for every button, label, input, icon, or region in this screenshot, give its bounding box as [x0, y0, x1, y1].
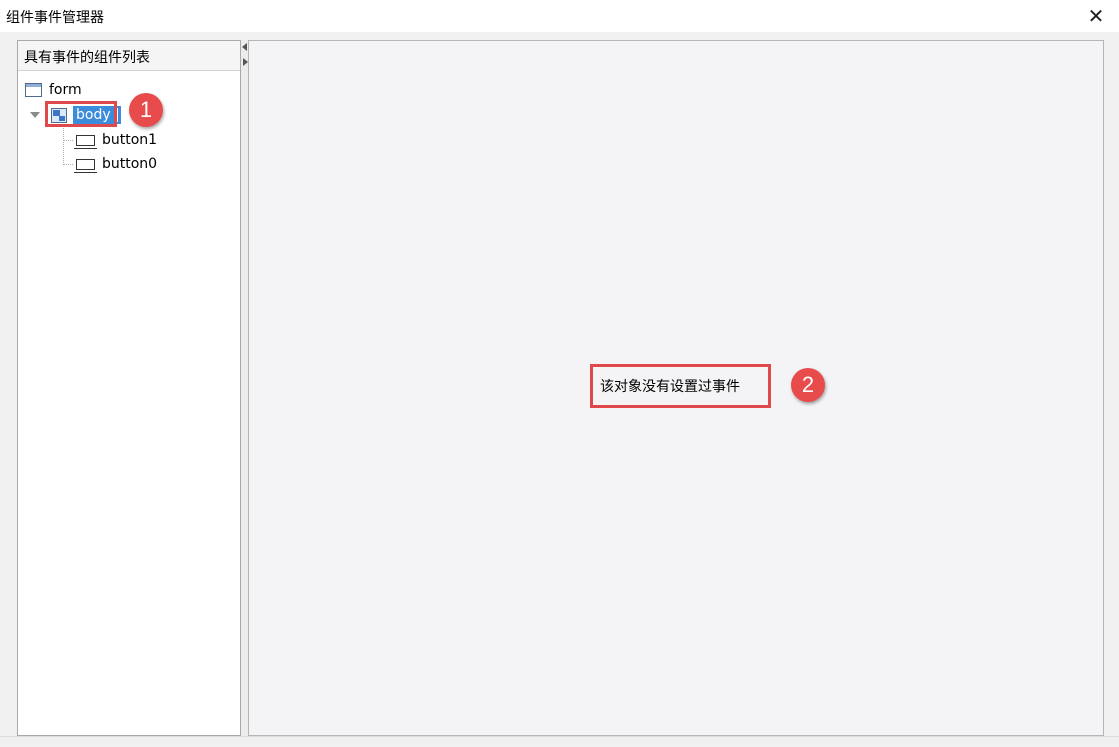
expand-arrow-icon[interactable]	[30, 112, 40, 118]
panel-header-title: 具有事件的组件列表	[24, 50, 150, 66]
collapse-left-icon[interactable]	[242, 43, 247, 51]
title-bar: 组件事件管理器 ✕	[0, 0, 1119, 32]
highlight-box-1	[45, 101, 117, 127]
tree-item-button1[interactable]: button1	[74, 129, 158, 151]
expand-right-icon[interactable]	[243, 58, 248, 66]
badge-number: 2	[801, 372, 815, 397]
button-icon	[74, 134, 97, 149]
tree-connector	[63, 125, 64, 165]
annotation-badge-1: 1	[129, 93, 163, 127]
button-icon	[74, 158, 97, 173]
close-button[interactable]: ✕	[1073, 0, 1119, 32]
form-icon	[25, 83, 42, 97]
highlight-box-2	[590, 364, 771, 408]
panel-header: 具有事件的组件列表	[18, 41, 240, 71]
tree-connector	[63, 164, 73, 165]
tree-item-label: button1	[102, 132, 158, 148]
window-title: 组件事件管理器	[6, 10, 104, 26]
tree-connector	[63, 140, 73, 141]
panel-splitter[interactable]	[241, 40, 249, 736]
badge-number: 1	[139, 97, 153, 122]
tree-item-form[interactable]: form	[25, 79, 82, 101]
annotation-badge-2: 2	[791, 368, 825, 402]
tree-item-label: form	[49, 82, 82, 98]
close-icon: ✕	[1087, 4, 1105, 28]
tree-item-label: button0	[102, 156, 158, 172]
window-right-edge	[1104, 40, 1119, 736]
tree-item-button0[interactable]: button0	[74, 153, 158, 175]
window-bottom-edge	[0, 736, 1119, 747]
